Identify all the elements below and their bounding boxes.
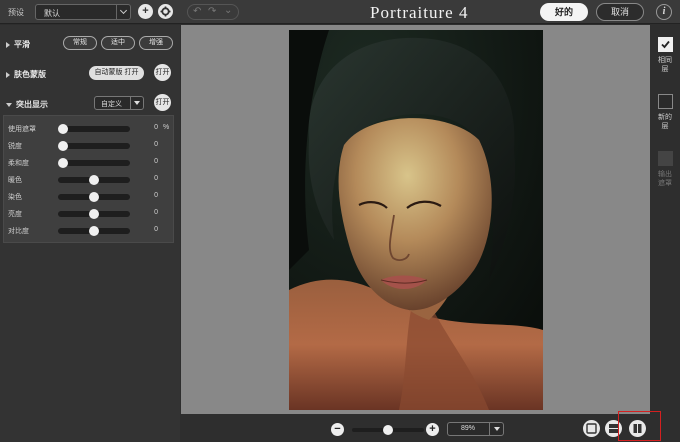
slider-thumb[interactable] xyxy=(89,192,99,202)
slider-row-sharpness: 锐度 0 xyxy=(4,140,175,152)
expand-arrow-icon xyxy=(6,71,10,78)
section-enhancements-title: 突出显示 xyxy=(16,100,48,109)
slider-row-tint: 染色 0 xyxy=(4,191,175,203)
enhancement-preset-select[interactable]: 自定义 xyxy=(94,96,144,110)
slider-row-contrast: 对比度 0 xyxy=(4,225,175,237)
single-view-icon xyxy=(586,423,597,434)
highlight-box xyxy=(618,411,661,441)
slider-row-brightness: 亮度 0 xyxy=(4,208,175,220)
slider-thumb[interactable] xyxy=(89,209,99,219)
new-layer-label: 新的 层 xyxy=(658,114,672,130)
slider-unit: % xyxy=(163,124,170,131)
plus-icon: + xyxy=(429,423,436,435)
zoom-select[interactable]: 89% xyxy=(447,422,504,436)
slider-track[interactable] xyxy=(58,209,130,219)
section-smoothing[interactable]: 平滑 xyxy=(6,39,30,50)
auto-mask-button[interactable]: 自动蒙版 打开 xyxy=(89,66,144,80)
slider-track[interactable] xyxy=(58,192,130,202)
zoom-value: 89% xyxy=(461,425,476,432)
chevron-down-icon xyxy=(489,423,503,435)
expand-arrow-icon xyxy=(6,41,10,48)
single-view-button[interactable] xyxy=(583,420,600,437)
preset-value: 默认 xyxy=(44,9,60,18)
section-enhancements[interactable]: 突出显示 xyxy=(6,99,48,110)
settings-panel: 平滑 常规 适中 增强 肤色蒙版 自动蒙版 打开 打开 突出显示 自定义 打开 … xyxy=(0,25,180,442)
bottom-bar: − + 89% xyxy=(181,411,680,442)
slider-thumb[interactable] xyxy=(89,175,99,185)
skin-mask-toggle[interactable]: 打开 xyxy=(154,64,171,81)
slider-value: 0 xyxy=(154,192,158,199)
undo-redo-group: ↶ ↷ ⌄ xyxy=(187,4,239,20)
preview-area[interactable] xyxy=(181,25,650,414)
slider-value: 0 xyxy=(154,141,158,148)
slider-label: 亮度 xyxy=(8,211,22,218)
slider-value: 0 xyxy=(154,175,158,182)
smoothing-strong-button[interactable]: 增强 xyxy=(139,36,173,50)
add-preset-button[interactable]: + xyxy=(138,4,153,19)
section-smoothing-title: 平滑 xyxy=(14,40,30,49)
slider-thumb[interactable] xyxy=(58,124,68,134)
slider-track[interactable] xyxy=(58,158,130,168)
enhancement-sliders: 使用遮罩 0 % 锐度 0 柔和度 0 暖色 0 染色 0 亮度 0 对比度 0 xyxy=(3,115,174,243)
slider-row-mask: 使用遮罩 0 % xyxy=(4,123,175,135)
smoothing-medium-button[interactable]: 适中 xyxy=(101,36,135,50)
slider-label: 柔和度 xyxy=(8,160,29,167)
zoom-slider-thumb[interactable] xyxy=(383,425,393,435)
section-skin-mask-title: 肤色蒙版 xyxy=(14,70,46,79)
slider-label: 对比度 xyxy=(8,228,29,235)
new-layer-checkbox[interactable] xyxy=(658,94,673,109)
slider-label: 染色 xyxy=(8,194,22,201)
zoom-slider[interactable] xyxy=(352,425,424,435)
chevron-down-icon xyxy=(116,5,130,19)
portrait-illustration xyxy=(289,30,543,410)
slider-label: 暖色 xyxy=(8,177,22,184)
section-skin-mask[interactable]: 肤色蒙版 xyxy=(6,69,46,80)
undo-icon[interactable]: ↶ xyxy=(193,6,201,17)
slider-value: 0 xyxy=(154,226,158,233)
info-icon: i xyxy=(662,6,666,17)
cancel-button[interactable]: 取消 xyxy=(596,3,644,21)
portrait-photo[interactable] xyxy=(289,30,543,410)
zoom-in-button[interactable]: + xyxy=(426,423,439,436)
same-layer-label: 相同 层 xyxy=(658,57,672,73)
zoom-out-button[interactable]: − xyxy=(331,423,344,436)
plus-icon: + xyxy=(142,5,149,17)
settings-button[interactable] xyxy=(158,4,173,19)
checkmark-icon xyxy=(661,40,670,49)
top-toolbar: 预设 默认 + ↶ ↷ ⌄ Portraiture 4 好的 取消 i xyxy=(0,0,680,24)
slider-label: 使用遮罩 xyxy=(8,126,36,133)
slider-row-warmth: 暖色 0 xyxy=(4,174,175,186)
output-mask-label: 输出 遮罩 xyxy=(658,171,672,187)
chevron-down-icon xyxy=(130,97,143,109)
output-panel: 相同 层 新的 层 输出 遮罩 xyxy=(650,25,680,442)
ok-button[interactable]: 好的 xyxy=(540,3,588,21)
slider-label: 锐度 xyxy=(8,143,22,150)
slider-thumb[interactable] xyxy=(58,158,68,168)
slider-thumb[interactable] xyxy=(89,226,99,236)
output-mask-checkbox[interactable] xyxy=(658,151,673,166)
app-title: Portraiture 4 xyxy=(370,3,469,22)
enhancement-preset-value: 自定义 xyxy=(101,101,122,108)
chevron-down-icon[interactable]: ⌄ xyxy=(224,5,232,16)
same-layer-checkbox[interactable] xyxy=(658,37,673,52)
minus-icon: − xyxy=(334,423,341,435)
slider-thumb[interactable] xyxy=(58,141,68,151)
gear-icon xyxy=(160,6,171,17)
preset-label: 预设 xyxy=(8,8,24,17)
preset-select[interactable]: 默认 xyxy=(35,4,131,20)
enhancement-toggle[interactable]: 打开 xyxy=(154,94,171,111)
slider-track[interactable] xyxy=(58,175,130,185)
collapse-arrow-icon xyxy=(6,102,12,107)
smoothing-normal-button[interactable]: 常规 xyxy=(63,36,97,50)
slider-track[interactable] xyxy=(58,141,130,151)
slider-value: 0 xyxy=(154,124,158,131)
slider-track[interactable] xyxy=(58,124,130,134)
info-button[interactable]: i xyxy=(656,4,672,20)
slider-value: 0 xyxy=(154,158,158,165)
slider-track[interactable] xyxy=(58,226,130,236)
redo-icon[interactable]: ↷ xyxy=(208,6,216,17)
slider-value: 0 xyxy=(154,209,158,216)
slider-row-softness: 柔和度 0 xyxy=(4,157,175,169)
